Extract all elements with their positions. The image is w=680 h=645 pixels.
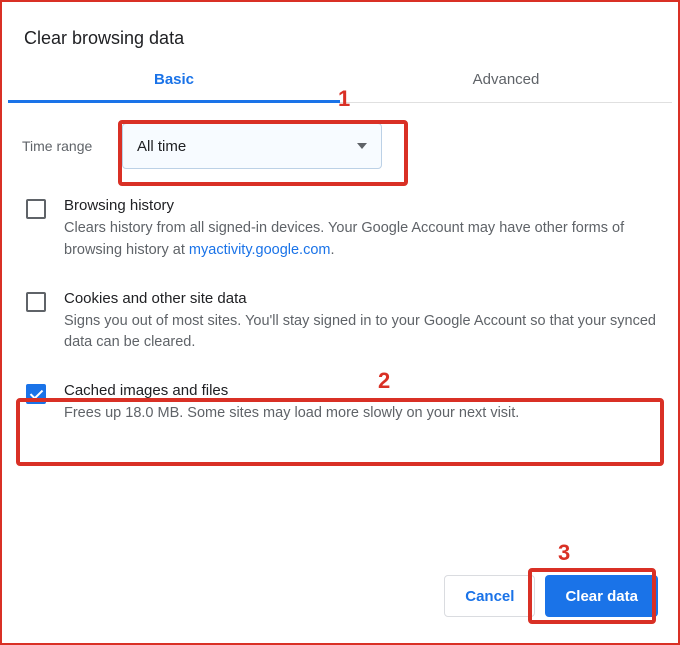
time-range-value: All time (137, 138, 186, 155)
option-title: Cached images and files (64, 382, 656, 399)
myactivity-link[interactable]: myactivity.google.com (189, 242, 331, 258)
time-range-label: Time range (22, 138, 112, 154)
option-title: Browsing history (64, 197, 656, 214)
option-cache: Cached images and files Frees up 18.0 MB… (22, 382, 658, 439)
clear-data-button[interactable]: Clear data (545, 575, 658, 617)
option-desc: Clears history from all signed-in device… (64, 218, 656, 262)
tab-basic[interactable]: Basic (8, 71, 340, 102)
option-body: Browsing history Clears history from all… (64, 197, 656, 262)
dialog-body: Time range All time Browsing history Cle… (8, 103, 672, 439)
option-desc: Frees up 18.0 MB. Some sites may load mo… (64, 403, 656, 425)
time-range-select-wrap: All time (122, 123, 382, 169)
option-body: Cookies and other site data Signs you ou… (64, 290, 656, 355)
option-cookies: Cookies and other site data Signs you ou… (22, 290, 658, 383)
time-range-select[interactable]: All time (122, 123, 382, 169)
option-desc: Signs you out of most sites. You'll stay… (64, 311, 656, 355)
option-title: Cookies and other site data (64, 290, 656, 307)
option-browsing-history: Browsing history Clears history from all… (22, 197, 658, 290)
dialog-title: Clear browsing data (8, 8, 672, 71)
checkbox-browsing-history[interactable] (26, 199, 46, 219)
checkbox-cookies[interactable] (26, 292, 46, 312)
cancel-button[interactable]: Cancel (444, 575, 535, 617)
checkbox-cache[interactable] (26, 384, 46, 404)
chevron-down-icon (357, 143, 367, 149)
annotation-number-2: 2 (378, 368, 390, 394)
tab-advanced[interactable]: Advanced (340, 71, 672, 102)
dialog-footer: Cancel Clear data (444, 575, 658, 617)
screenshot-frame: Clear browsing data Basic Advanced Time … (0, 0, 680, 645)
tab-underline (8, 100, 340, 103)
desc-suffix: . (330, 242, 334, 258)
annotation-number-1: 1 (338, 86, 350, 112)
time-range-row: Time range All time (22, 123, 658, 169)
annotation-number-3: 3 (558, 540, 570, 566)
option-body: Cached images and files Frees up 18.0 MB… (64, 382, 656, 425)
dialog: Clear browsing data Basic Advanced Time … (8, 8, 672, 637)
desc-text: Clears history from all signed-in device… (64, 220, 624, 258)
